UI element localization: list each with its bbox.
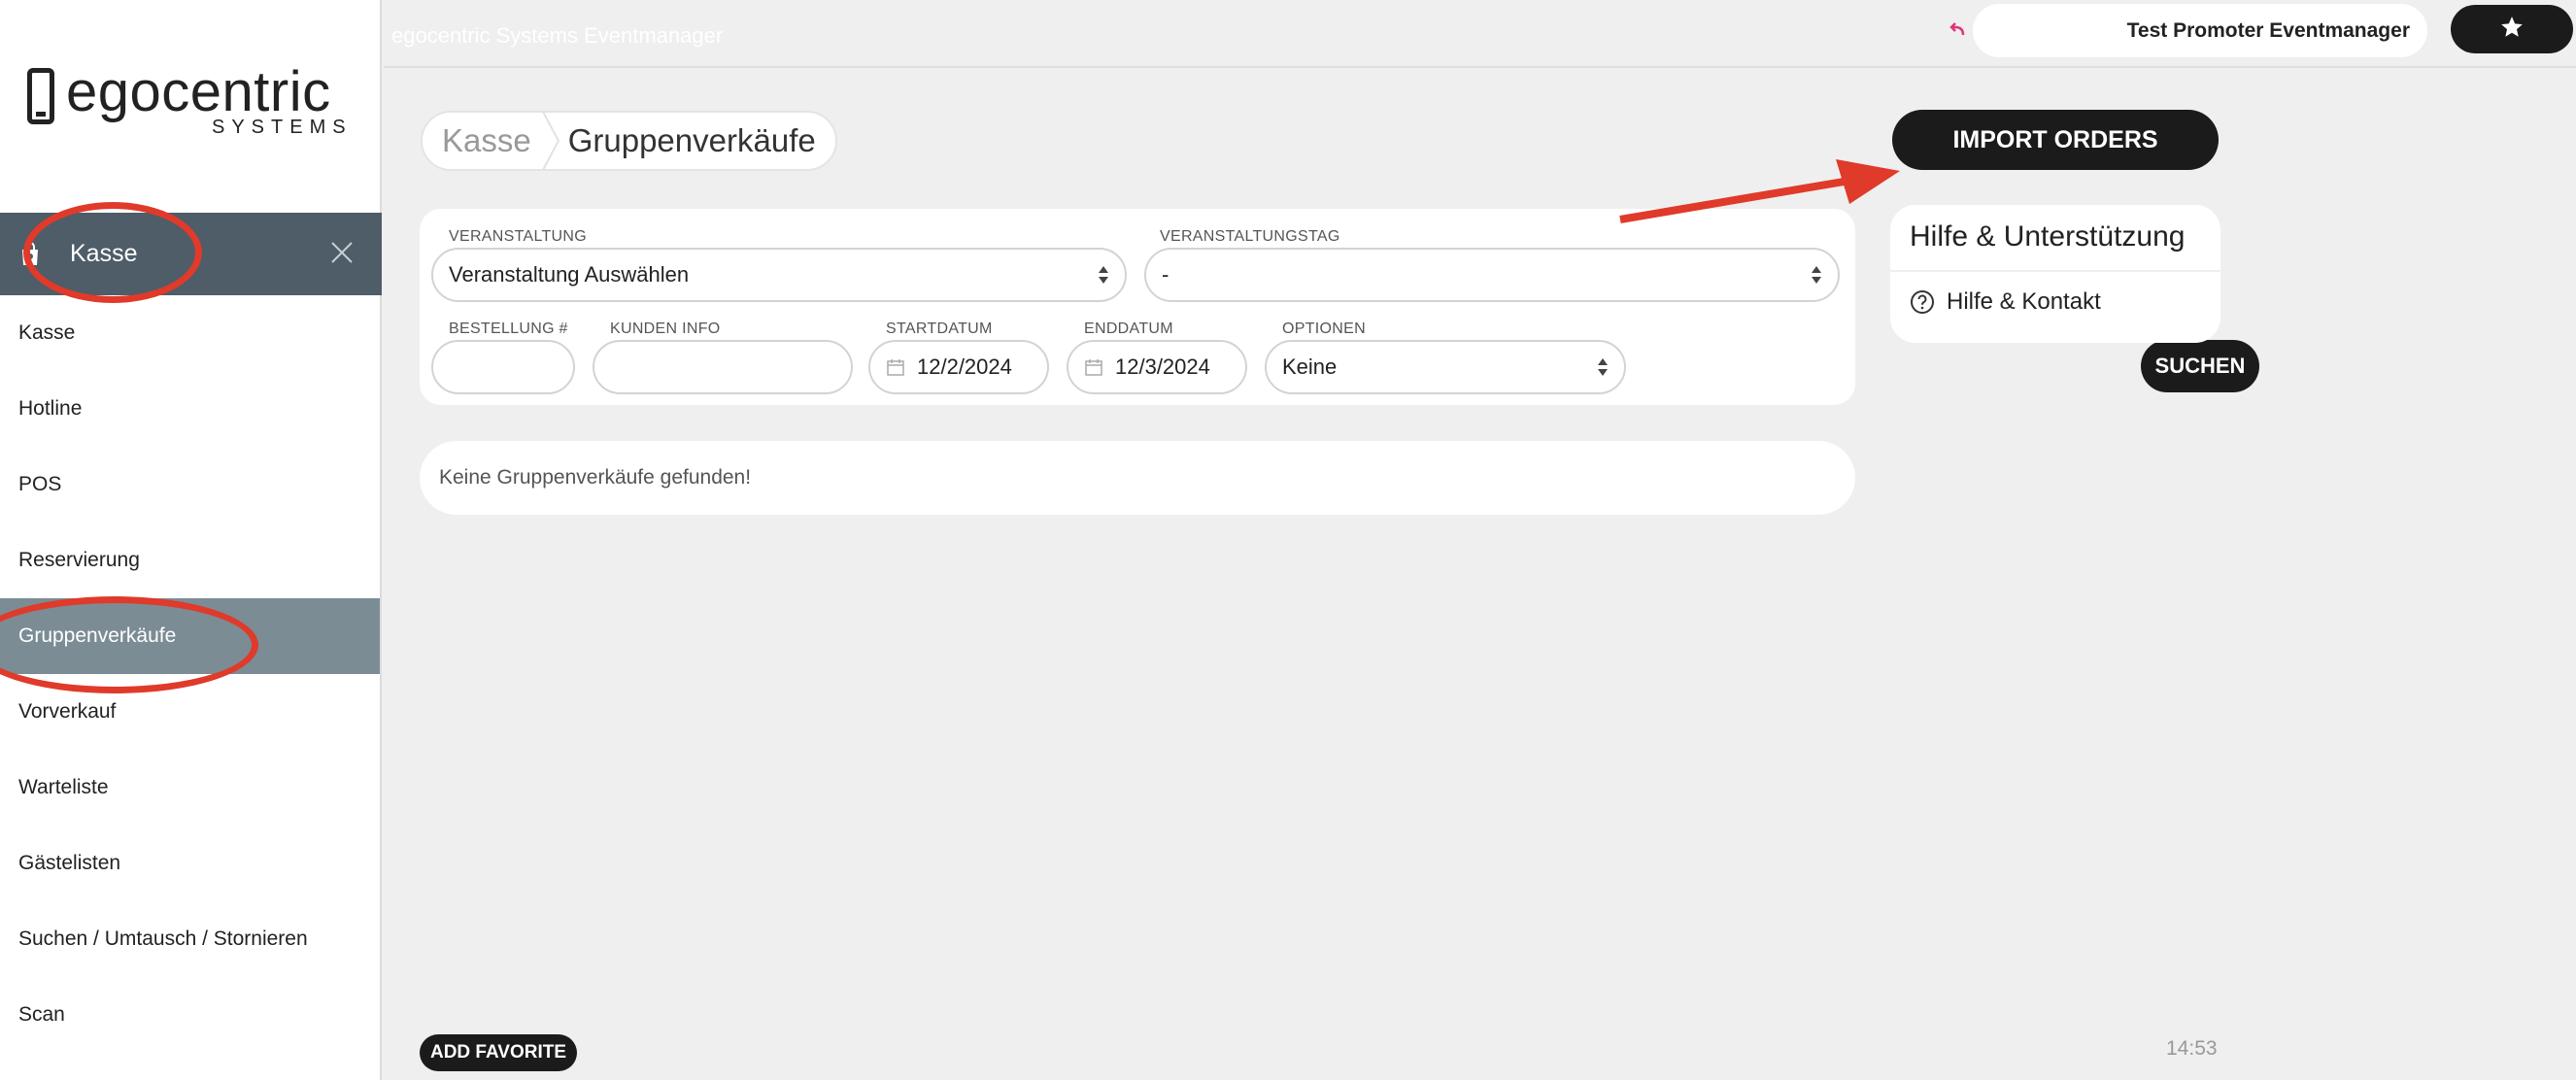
close-icon[interactable] (327, 238, 356, 267)
breadcrumb: Kasse Gruppenverkäufe (421, 111, 837, 171)
help-title: Hilfe & Unterstützung (1910, 220, 2186, 253)
import-orders-button[interactable]: IMPORT ORDERS (1892, 110, 2219, 170)
annotation-arrow-icon (1619, 159, 1900, 223)
veranstaltungstag-label: VERANSTALTUNGSTAG (1160, 228, 1340, 245)
phone-logo-icon (27, 68, 54, 124)
veranstaltung-label: VERANSTALTUNG (449, 228, 587, 245)
top-bar: egocentric Systems Eventmanager Test Pro… (384, 0, 2576, 68)
calendar-icon (1084, 357, 1103, 377)
sidebar-item-warteliste[interactable]: Warteliste (0, 750, 380, 826)
egocentric-logo[interactable]: egocentric SYSTEMS (27, 60, 346, 138)
sidebar-item-kasse[interactable]: Kasse (0, 295, 380, 371)
logo-wordmark: egocentric (66, 60, 331, 123)
sidebar-item-reservierung[interactable]: Reservierung (0, 523, 380, 598)
bestellung-label: BESTELLUNG # (449, 321, 568, 337)
bestellung-input[interactable] (431, 340, 575, 394)
sidebar-item-hotline[interactable]: Hotline (0, 371, 380, 447)
enddatum-input[interactable]: 12/3/2024 (1067, 340, 1247, 394)
undo-arrow-icon[interactable] (1948, 19, 1969, 41)
breadcrumb-separator-icon (541, 111, 562, 171)
breadcrumb-parent[interactable]: Kasse (442, 122, 531, 159)
star-icon (2499, 15, 2525, 45)
sidebar-item-pos[interactable]: POS (0, 447, 380, 523)
optionen-label: OPTIONEN (1282, 321, 1366, 337)
enddatum-label: ENDDATUM (1084, 321, 1173, 337)
startdatum-input[interactable]: 12/2/2024 (868, 340, 1049, 394)
sidebar-item-scan[interactable]: Scan (0, 977, 380, 1053)
select-arrows-icon (1811, 263, 1822, 287)
startdatum-value: 12/2/2024 (917, 354, 1012, 379)
veranstaltung-value: Veranstaltung Auswählen (449, 262, 690, 287)
calendar-icon (886, 357, 905, 377)
enddatum-value: 12/3/2024 (1115, 354, 1210, 379)
annotation-circle-kasse (23, 202, 202, 303)
help-contact-label: Hilfe & Kontakt (1947, 288, 2101, 315)
search-button[interactable]: SUCHEN (2141, 340, 2259, 392)
question-icon (1910, 289, 1935, 315)
veranstaltung-select[interactable]: Veranstaltung Auswählen (431, 248, 1127, 302)
veranstaltungstag-value: - (1162, 262, 1169, 287)
help-contact-link[interactable]: Hilfe & Kontakt (1910, 288, 2101, 316)
optionen-select[interactable]: Keine (1265, 340, 1626, 394)
logo-tagline: SYSTEMS (212, 117, 353, 138)
help-card: Hilfe & Unterstützung Hilfe & Kontakt (1890, 205, 2220, 343)
account-name[interactable]: Test Promoter Eventmanager (1973, 4, 2427, 57)
select-arrows-icon (1597, 355, 1609, 379)
filter-panel: VERANSTALTUNG Veranstaltung Auswählen VE… (420, 209, 2259, 405)
sidebar: egocentric SYSTEMS Kasse Kasse Hotline P… (0, 0, 382, 1080)
clock: 14:53 (2166, 1037, 2218, 1060)
startdatum-label: STARTDATUM (886, 321, 993, 337)
optionen-value: Keine (1282, 354, 1338, 379)
sidebar-item-suchen-umtausch-stornieren[interactable]: Suchen / Umtausch / Stornieren (0, 901, 380, 977)
app-title: egocentric Systems Eventmanager (391, 23, 724, 48)
breadcrumb-current: Gruppenverkäufe (567, 122, 816, 158)
add-favorite-button[interactable]: ADD FAVORITE (420, 1034, 577, 1071)
sidebar-item-gaestelisten[interactable]: Gästelisten (0, 826, 380, 901)
select-arrows-icon (1098, 263, 1109, 287)
veranstaltungstag-select[interactable]: - (1144, 248, 1840, 302)
empty-results-message: Keine Gruppenverkäufe gefunden! (420, 441, 1855, 515)
divider (1890, 270, 2220, 272)
kunden-info-input[interactable] (593, 340, 853, 394)
kunden-info-label: KUNDEN INFO (610, 321, 721, 337)
favorites-button[interactable] (2451, 5, 2573, 53)
